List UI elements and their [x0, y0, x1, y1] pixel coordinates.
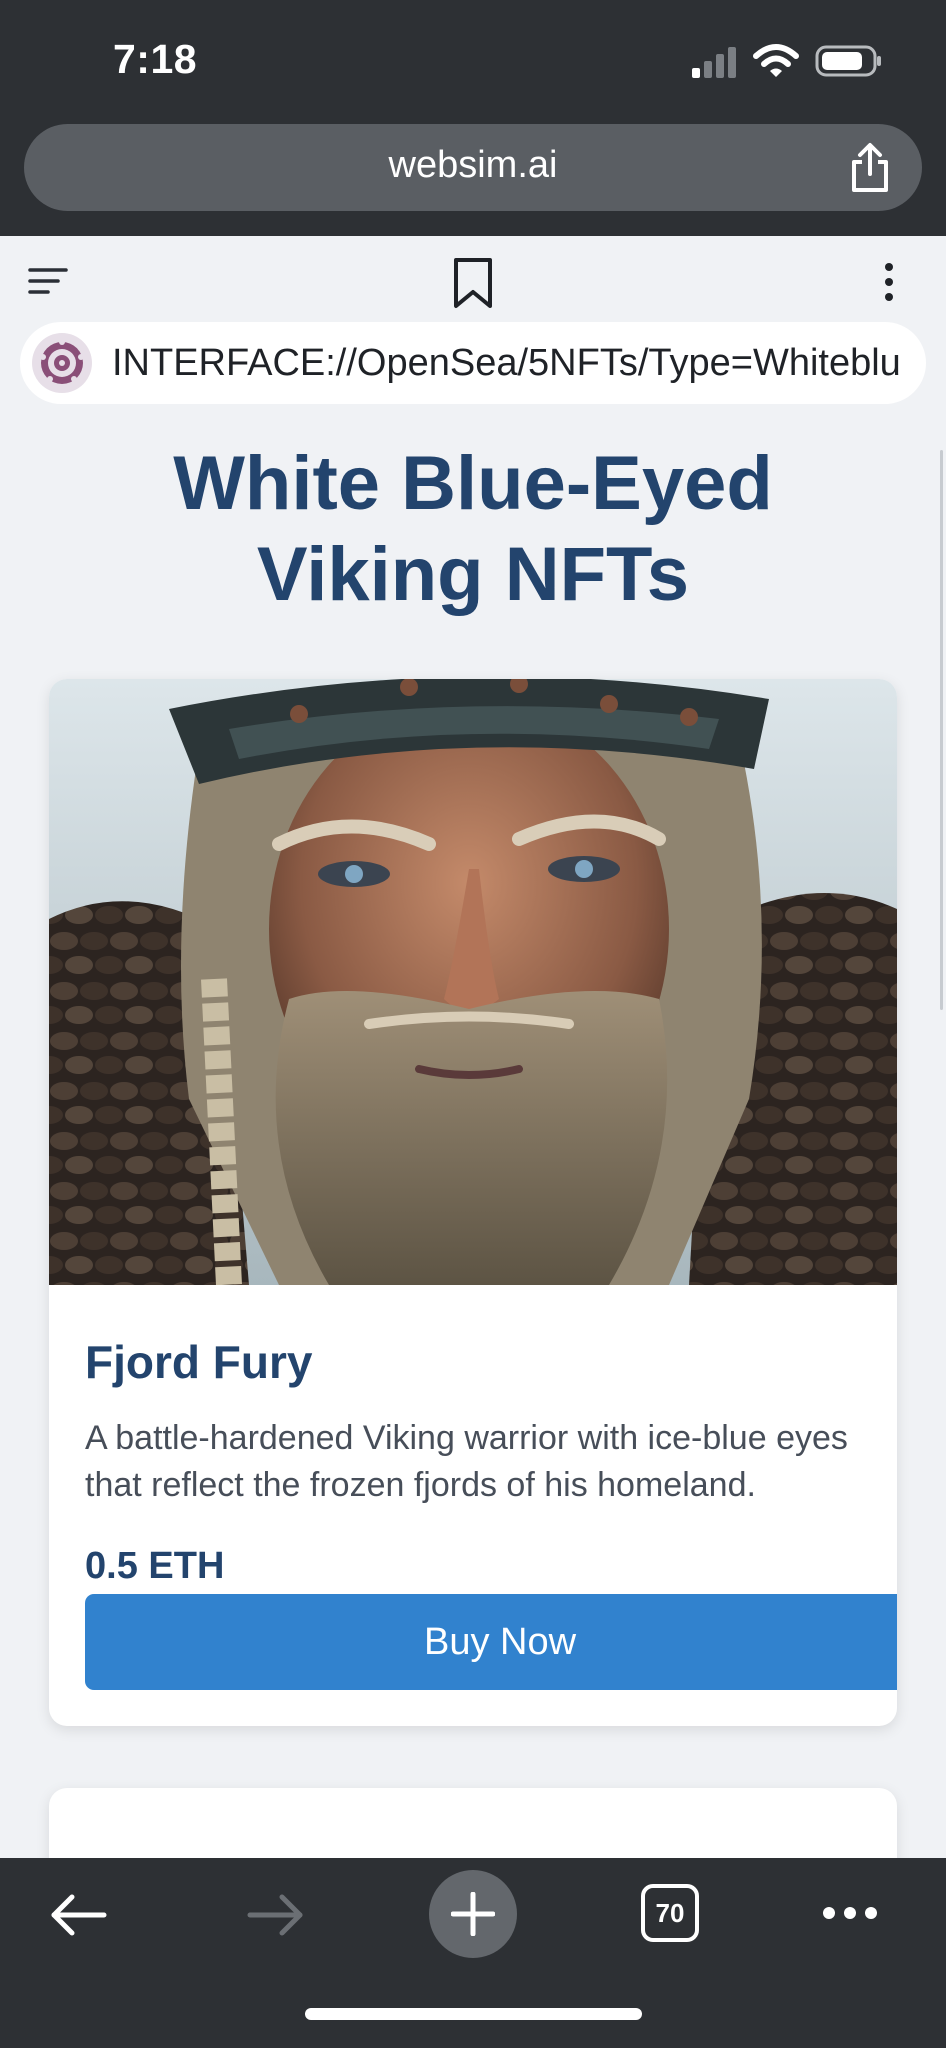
- more-horizontal-icon[interactable]: [822, 1904, 878, 1922]
- page-title: White Blue-Eyed Viking NFTs: [60, 438, 886, 620]
- url-text: websim.ai: [388, 144, 558, 186]
- site-toolbar: [0, 236, 946, 322]
- site-address-text: INTERFACE://OpenSea/5NFTs/Type=Whiteblu: [112, 342, 901, 384]
- url-bar[interactable]: websim.ai: [24, 124, 922, 211]
- battery-icon: [815, 45, 881, 77]
- page-title-line2: Viking NFTs: [256, 532, 690, 617]
- back-arrow-icon[interactable]: [48, 1890, 108, 1940]
- home-indicator: [305, 2008, 642, 2020]
- page-title-line1: White Blue-Eyed: [173, 441, 773, 526]
- tab-count-button[interactable]: 70: [641, 1884, 699, 1942]
- menu-icon[interactable]: [28, 266, 68, 296]
- screen: 7:18 websim.ai INTERFACE://OpenSea/5NFTs…: [0, 0, 946, 2048]
- share-icon[interactable]: [848, 142, 892, 194]
- scroll-indicator[interactable]: [940, 450, 943, 1010]
- wifi-icon: [753, 44, 799, 77]
- bookmark-icon[interactable]: [450, 256, 496, 310]
- buy-now-button[interactable]: Buy Now: [85, 1594, 897, 1690]
- browser-bottom-toolbar: 70: [0, 1858, 946, 2048]
- browser-top-chrome: 7:18 websim.ai: [0, 0, 946, 236]
- nft-card: Fjord Fury A battle-hardened Viking warr…: [49, 679, 897, 1726]
- new-tab-button[interactable]: [429, 1870, 517, 1958]
- nft-description: A battle-hardened Viking warrior with ic…: [85, 1419, 848, 1504]
- site-address-bar[interactable]: INTERFACE://OpenSea/5NFTs/Type=Whiteblu: [20, 322, 926, 404]
- nft-image-viking-portrait: [49, 679, 897, 1285]
- forward-arrow-icon[interactable]: [246, 1890, 306, 1940]
- signal-icon: [692, 47, 736, 78]
- nft-name: Fjord Fury: [85, 1336, 313, 1388]
- plus-icon: [451, 1892, 495, 1936]
- nft-price: 0.5 ETH: [85, 1545, 225, 1587]
- more-vertical-icon[interactable]: [882, 262, 896, 302]
- websim-logo-icon: [32, 333, 92, 393]
- status-time: 7:18: [113, 36, 198, 82]
